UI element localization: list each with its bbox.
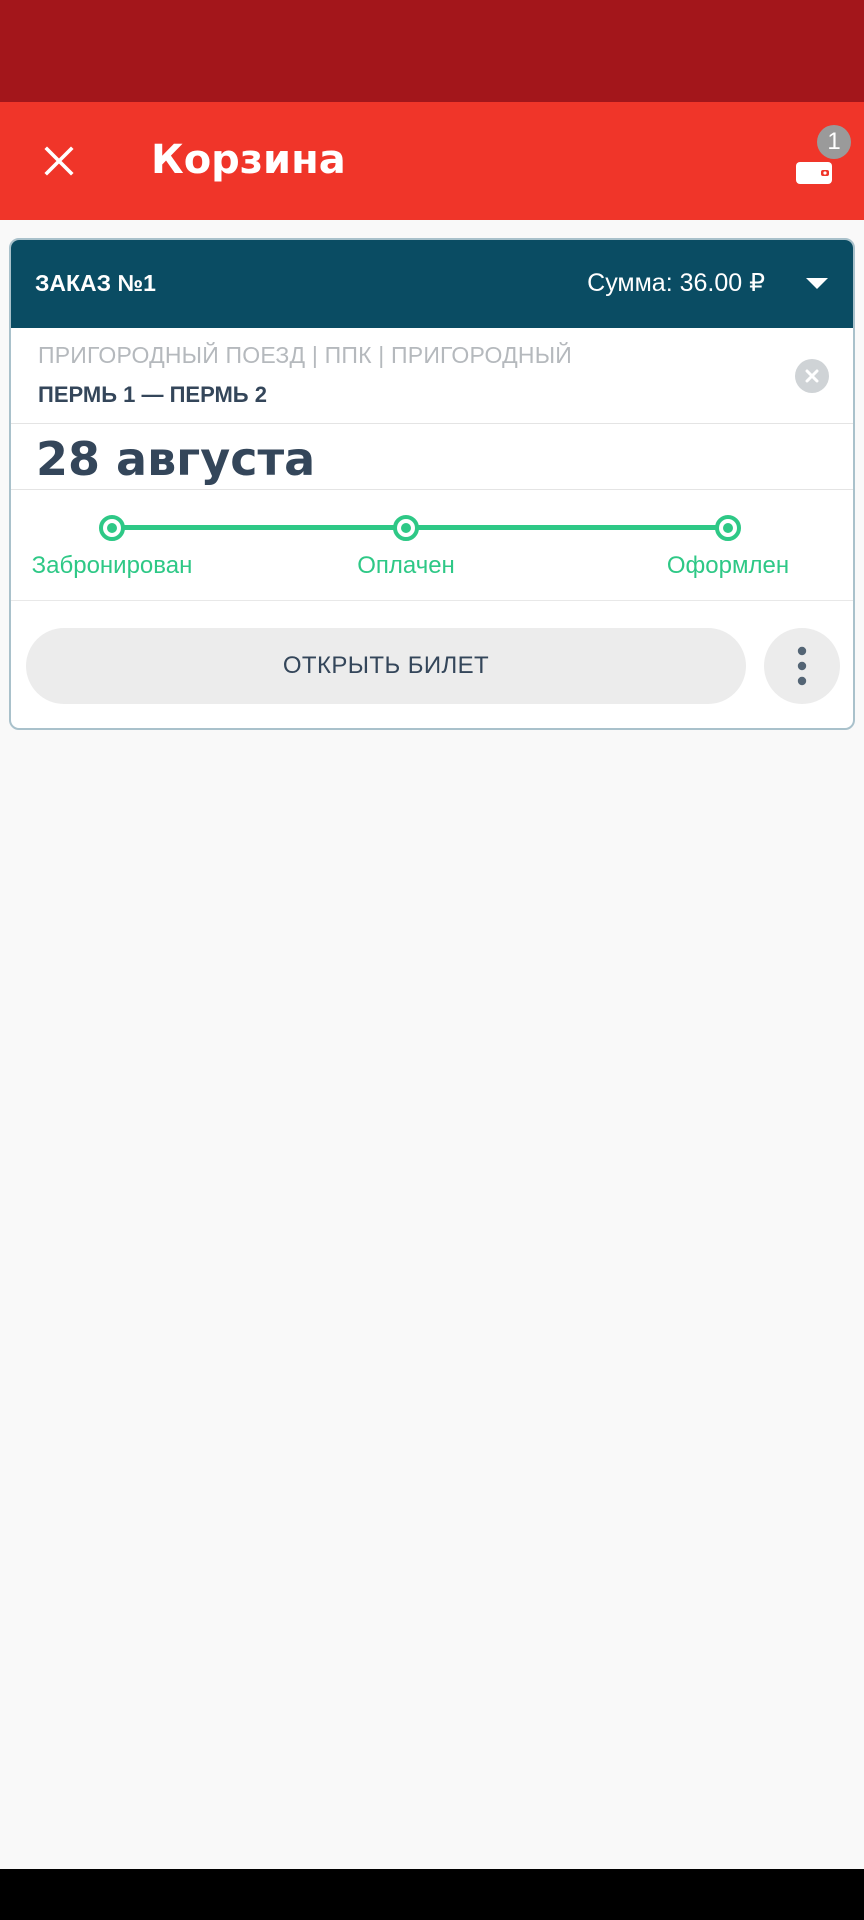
remove-ticket-button[interactable] xyxy=(795,359,829,393)
order-card: ЗАКАЗ №1 Сумма: 36.00 ₽ ПРИГОРОДНЫЙ ПОЕЗ… xyxy=(9,238,855,730)
close-button[interactable] xyxy=(24,121,94,201)
train-type: ПРИГОРОДНЫЙ ПОЕЗД | ППК | ПРИГОРОДНЫЙ xyxy=(38,342,572,368)
app-bar: Корзина 1 xyxy=(0,102,864,220)
route: ПЕРМЬ 1 — ПЕРМЬ 2 xyxy=(38,382,267,407)
step-dot-booked xyxy=(99,515,125,541)
wallet-button[interactable]: 1 xyxy=(780,122,851,192)
wallet-icon xyxy=(796,162,832,184)
order-header[interactable]: ЗАКАЗ №1 Сумма: 36.00 ₽ xyxy=(11,240,853,328)
expand-order-button[interactable] xyxy=(795,264,839,304)
trip-info: ПРИГОРОДНЫЙ ПОЕЗД | ППК | ПРИГОРОДНЫЙ ПЕ… xyxy=(11,328,853,424)
order-actions: ОТКРЫТЬ БИЛЕТ xyxy=(11,601,853,728)
remove-icon xyxy=(805,369,819,383)
cart-count-badge: 1 xyxy=(817,125,851,159)
close-icon xyxy=(44,146,74,176)
step-dot-issued xyxy=(715,515,741,541)
order-title: ЗАКАЗ №1 xyxy=(35,270,156,296)
trip-date: 28 августа xyxy=(36,432,316,486)
more-options-button[interactable] xyxy=(764,628,840,704)
step-label-issued: Оформлен xyxy=(666,552,790,579)
step-label-booked: Забронирован xyxy=(31,552,193,579)
screen: Корзина 1 ЗАКАЗ №1 Сумма: 36.00 ₽ ПРИГОР… xyxy=(0,0,864,1920)
page-title: Корзина xyxy=(151,137,346,183)
navigation-bar xyxy=(0,1869,864,1920)
date-row: 28 августа xyxy=(11,424,853,490)
more-vertical-icon xyxy=(797,646,807,686)
step-label-paid: Оплачен xyxy=(357,552,455,579)
chevron-down-icon xyxy=(806,278,828,289)
status-bar xyxy=(0,0,864,102)
open-ticket-button[interactable]: ОТКРЫТЬ БИЛЕТ xyxy=(26,628,746,704)
step-dot-paid xyxy=(393,515,419,541)
order-progress: Забронирован Оплачен Оформлен xyxy=(11,490,853,601)
order-sum: Сумма: 36.00 ₽ xyxy=(587,269,765,297)
